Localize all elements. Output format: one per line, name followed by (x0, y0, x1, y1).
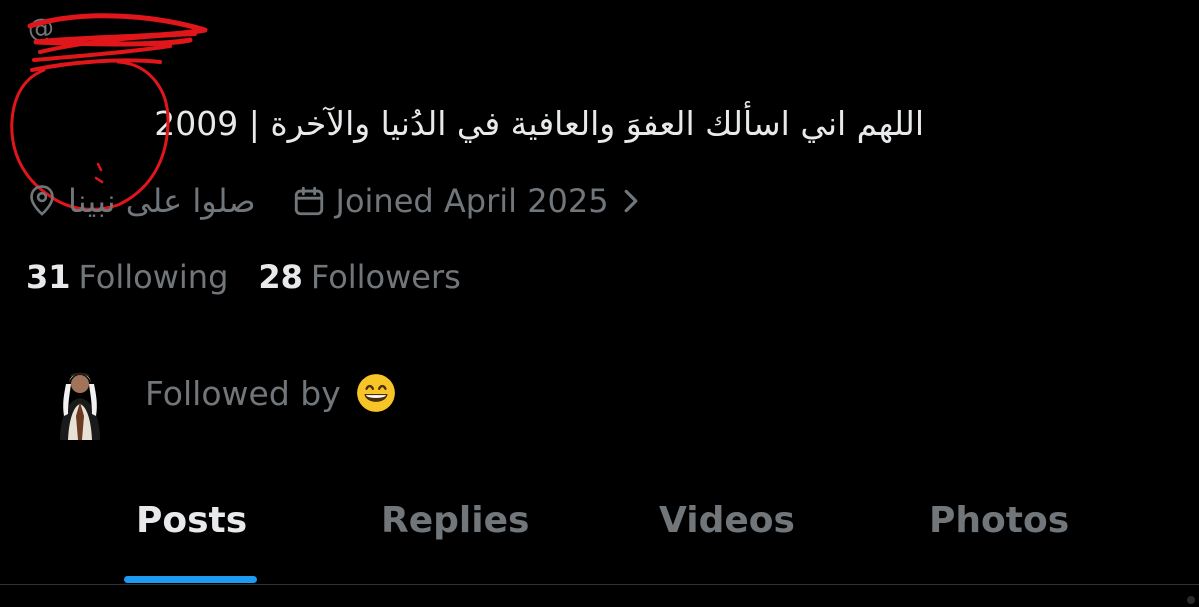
followed-by-row[interactable]: Followed by (145, 372, 397, 414)
following-label: Following (78, 258, 229, 296)
profile-handle: @ (28, 14, 54, 44)
profile-meta-row: صلوا على نبينا Joined April 2025 (26, 178, 639, 224)
joined-date: Joined April 2025 (335, 182, 609, 220)
profile-bio: اللهم اني اسألك العفوَ والعافية في الدُن… (154, 104, 924, 143)
followers-link[interactable]: 28 Followers (258, 258, 460, 296)
profile-tabs: Posts Replies Videos Photos (0, 490, 1199, 586)
followers-count: 28 (258, 258, 303, 296)
tabs-divider (0, 584, 1199, 585)
followed-by-label: Followed by (145, 373, 341, 413)
following-count: 31 (26, 258, 71, 296)
location-text: صلوا على نبينا (68, 182, 256, 220)
tab-photos[interactable]: Photos (929, 500, 1069, 541)
chevron-right-icon[interactable] (623, 188, 639, 214)
joined-item[interactable]: Joined April 2025 (292, 182, 639, 220)
corner-dot (1187, 596, 1195, 604)
grinning-emoji-icon (356, 374, 395, 412)
tab-replies[interactable]: Replies (381, 500, 529, 541)
tab-posts[interactable]: Posts (136, 500, 247, 541)
active-tab-indicator (124, 576, 257, 583)
follower-avatar[interactable] (38, 346, 122, 442)
tab-videos[interactable]: Videos (659, 500, 795, 541)
location-icon (26, 184, 58, 218)
following-link[interactable]: 31 Following (26, 258, 228, 296)
follow-stats: 31 Following 28 Followers (26, 258, 461, 296)
location-item: صلوا على نبينا (26, 182, 256, 220)
calendar-icon (292, 184, 326, 218)
followers-label: Followers (310, 258, 461, 296)
